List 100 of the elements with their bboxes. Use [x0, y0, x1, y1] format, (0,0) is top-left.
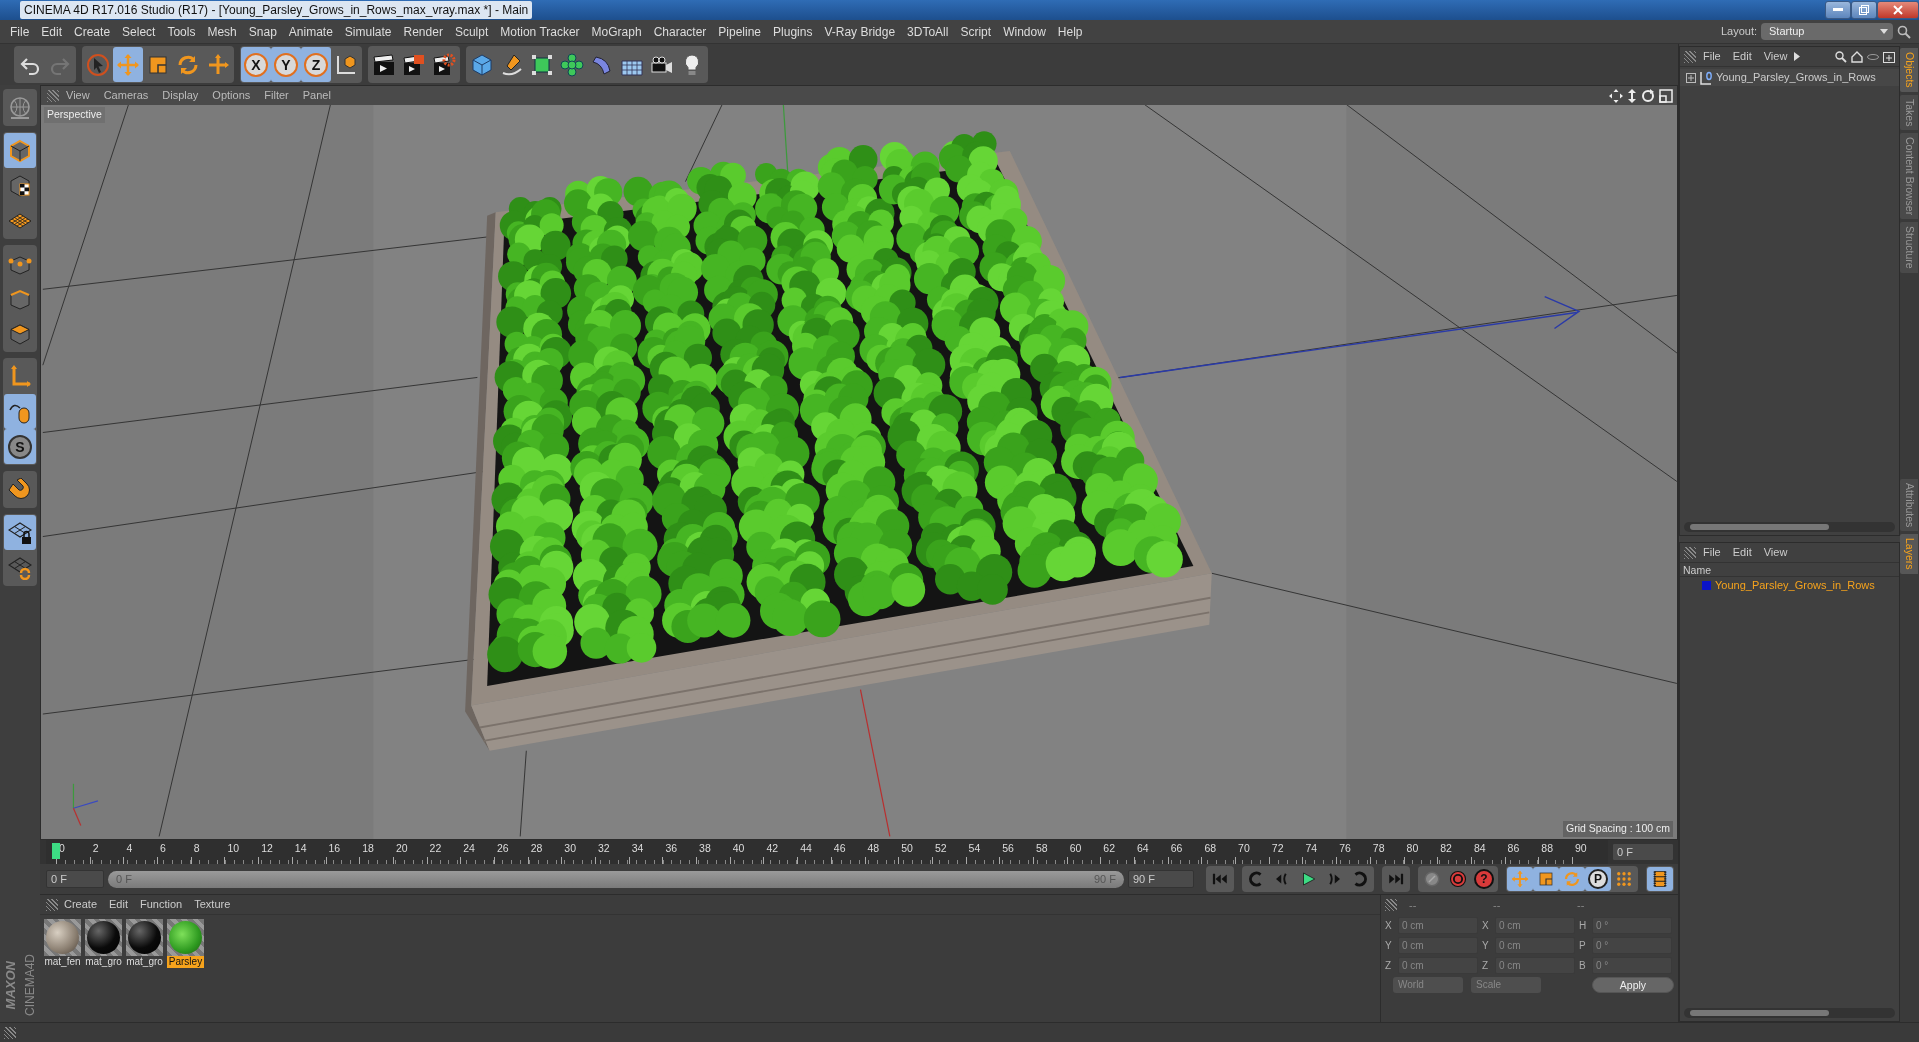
frame-number: 32 [598, 842, 610, 854]
apply-button[interactable]: Apply [1592, 976, 1674, 993]
frame-number: 68 [1204, 842, 1217, 854]
column-header: -- [1492, 898, 1502, 913]
menu-item[interactable]: Cameras [96, 87, 156, 104]
menu-item[interactable]: Snap [242, 22, 283, 41]
menu-item[interactable]: Tools [161, 22, 202, 41]
grid-spacing-label: Grid Spacing : 100 cm [1563, 821, 1673, 837]
end-frame-field[interactable]: 90 F [1128, 870, 1194, 888]
menu-item[interactable]: Animate [282, 22, 339, 41]
cross-arrows-icon [1511, 870, 1529, 888]
maximize-view-icon[interactable] [1659, 88, 1673, 103]
menu-item[interactable]: Create [58, 896, 104, 913]
menu-item[interactable]: Edit [35, 22, 69, 41]
side-tab[interactable]: Objects [1900, 48, 1918, 92]
menu-item[interactable]: MoGraph [585, 22, 648, 41]
material-name: mat_fen [44, 956, 81, 968]
circular-arrows-icon [1563, 870, 1581, 888]
menu-item[interactable]: File [4, 22, 36, 41]
viewport-scene[interactable] [41, 105, 1677, 839]
frame-number: 88 [1541, 842, 1553, 854]
maximize-button[interactable] [1851, 1, 1877, 19]
axis-label: Z [1482, 958, 1490, 973]
param-button[interactable]: P [1585, 867, 1611, 891]
axis-letter-button[interactable]: Y [271, 47, 301, 82]
start-frame-field[interactable]: 0 F [46, 870, 104, 888]
frame-number: 70 [1238, 842, 1250, 854]
menu-item[interactable]: Edit [103, 896, 134, 913]
more-arrow-icon[interactable] [1794, 52, 1801, 61]
menu-item[interactable]: File [1698, 544, 1726, 561]
axis-label: B [1579, 958, 1587, 973]
menu-item[interactable]: Function [134, 896, 189, 913]
cube-handles-icon [530, 52, 554, 77]
model-button[interactable] [4, 133, 36, 168]
menu-item[interactable]: View [1758, 48, 1793, 65]
new-panel-icon[interactable] [1883, 50, 1895, 63]
menu-item[interactable]: View [59, 87, 97, 104]
panel-grip-icon [1684, 546, 1696, 559]
menu-item[interactable]: V-Ray Bridge [818, 22, 902, 41]
frame-number: 84 [1473, 842, 1486, 854]
letter-button[interactable]: S [4, 429, 36, 464]
menu-item[interactable]: 3DToAll [901, 22, 955, 41]
tweak-button[interactable] [4, 394, 36, 429]
current-frame-field[interactable]: 0 F [1612, 843, 1674, 861]
menu-item[interactable]: Edit [1727, 544, 1757, 561]
axis-letter-button[interactable]: Z [301, 47, 331, 82]
menu-item[interactable]: Mesh [201, 22, 243, 41]
search-icon[interactable] [1835, 50, 1847, 63]
side-tab[interactable]: Layers [1900, 534, 1918, 574]
frame-number: 22 [429, 842, 442, 854]
orbit-icon[interactable] [1641, 88, 1655, 103]
menu-item[interactable]: View [1758, 544, 1793, 561]
axis-letter-button[interactable]: X [241, 47, 271, 82]
menu-item[interactable]: Filter [257, 87, 296, 104]
menu-item[interactable]: Edit [1727, 48, 1757, 65]
horizontal-scrollbar[interactable] [1684, 522, 1895, 532]
layout-dropdown[interactable]: Startup [1761, 23, 1893, 40]
menu-item[interactable]: Window [997, 22, 1052, 41]
menu-item[interactable]: Options [205, 87, 258, 104]
material-sphere [87, 921, 120, 954]
frame-number: 2 [92, 842, 99, 854]
menu-item[interactable]: Motion Tracker [494, 22, 586, 41]
expand-icon[interactable] [1686, 72, 1696, 83]
minimize-button[interactable] [1825, 1, 1851, 19]
menu-item[interactable]: Pipeline [712, 22, 768, 41]
film-button[interactable] [1647, 867, 1673, 891]
material-name: Parsley [167, 956, 204, 968]
frame-number: 46 [833, 842, 846, 854]
menu-item[interactable]: Sculpt [448, 22, 495, 41]
frame-number: 86 [1507, 842, 1520, 854]
frame-number: 6 [160, 842, 166, 854]
menu-item[interactable]: Display [155, 87, 206, 104]
column-header: -- [1576, 898, 1586, 913]
home-icon[interactable] [1851, 50, 1863, 63]
menu-item[interactable]: Script [954, 22, 998, 41]
menu-item[interactable]: Panel [295, 87, 338, 104]
garden-bed-drawing[interactable] [465, 131, 1212, 751]
menu-item[interactable]: Character [647, 22, 713, 41]
material-sphere [46, 921, 79, 954]
search-icon[interactable] [1897, 24, 1911, 39]
dolly-arrows-icon[interactable] [1627, 88, 1637, 103]
menu-item[interactable]: Texture [188, 896, 237, 913]
menu-item[interactable]: Render [397, 22, 449, 41]
menu-item[interactable]: Create [68, 22, 117, 41]
grid-lock-button[interactable] [4, 515, 36, 550]
menu-item[interactable]: Select [116, 22, 162, 41]
pan-arrows-icon[interactable] [1609, 88, 1623, 103]
menu-item[interactable]: Plugins [767, 22, 819, 41]
eye-icon[interactable] [1867, 53, 1879, 60]
menu-item[interactable]: File [1698, 48, 1726, 65]
close-button[interactable] [1877, 1, 1919, 19]
menu-item[interactable]: Simulate [338, 22, 398, 41]
horizontal-scrollbar[interactable] [1684, 1008, 1895, 1018]
layer-row[interactable]: Young_Parsley_Grows_in_Rows [1680, 577, 1899, 593]
object-row[interactable]: Young_Parsley_Grows_in_Rows [1680, 69, 1899, 86]
material-sphere [128, 921, 161, 954]
menu-item[interactable]: Help [1051, 22, 1089, 41]
film-strip-icon [1651, 870, 1669, 888]
status-bar-grip-icon [4, 1026, 16, 1039]
record-icon [1449, 870, 1467, 888]
